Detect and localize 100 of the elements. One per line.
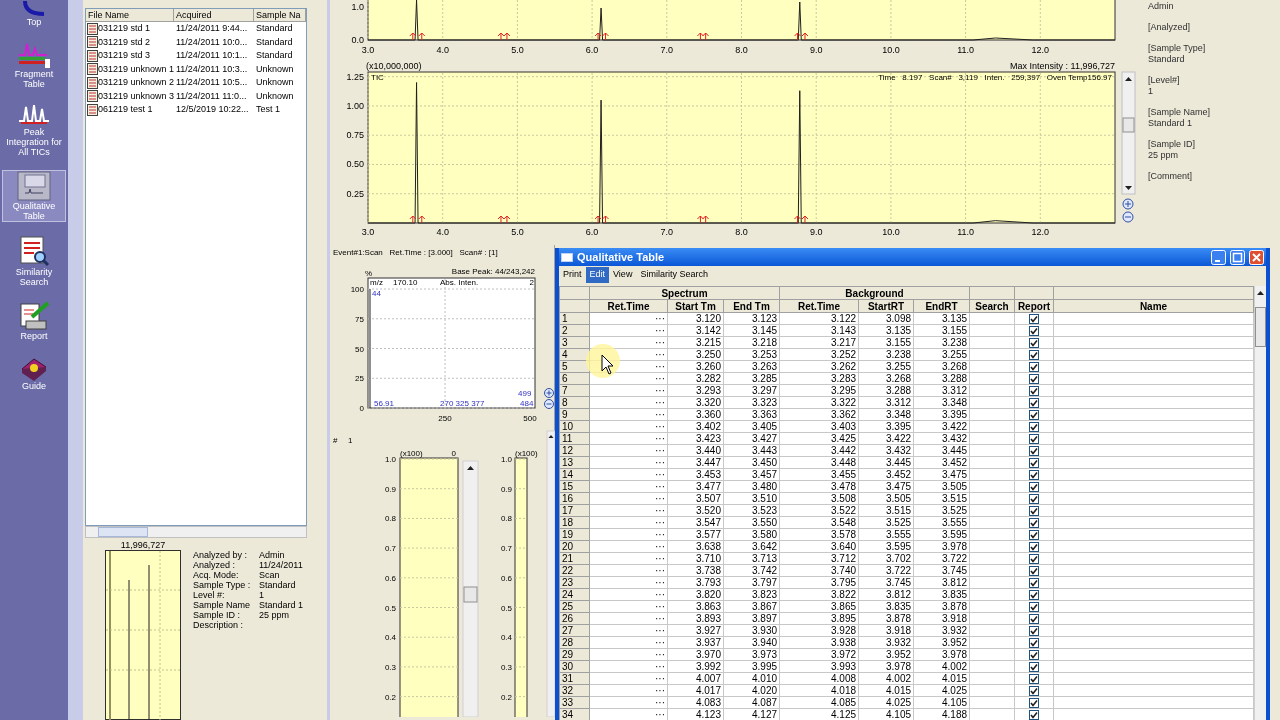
checkbox[interactable] — [1029, 445, 1039, 456]
axis-tick-label: 1.00 — [346, 100, 364, 111]
vertical-scrollbar[interactable] — [462, 460, 479, 717]
file-icon — [87, 90, 98, 103]
checkbox[interactable] — [1029, 313, 1039, 324]
vertical-scrollbar[interactable] — [546, 430, 555, 717]
table-cell: 3.823 — [723, 588, 780, 601]
table-cell: 3.508 — [779, 492, 859, 505]
maximize-button[interactable] — [1230, 249, 1245, 265]
table-cell: 3.457 — [723, 468, 780, 481]
table-cell: 3.475 — [858, 480, 914, 493]
checkbox[interactable] — [1029, 337, 1039, 348]
zoom-out-icon[interactable] — [544, 399, 554, 409]
table-cell: 3.293 — [667, 384, 724, 397]
table-cell: 3.255 — [913, 348, 970, 361]
minimize-button[interactable] — [1211, 249, 1226, 265]
zoom-in-icon[interactable] — [544, 388, 554, 398]
checkbox[interactable] — [1029, 481, 1039, 492]
sidebar-item[interactable]: Fragment Table — [2, 40, 66, 90]
scale-label: (x10,000,000) — [366, 61, 422, 71]
table-cell: ··· — [589, 552, 668, 565]
table-cell: 3.320 — [667, 396, 724, 409]
table-cell-text: 11/24/2011 10:5... — [175, 76, 249, 89]
sidebar-item[interactable]: Peak Integration for All TICs — [2, 102, 66, 158]
file-icon — [87, 22, 98, 35]
checkbox[interactable] — [1029, 397, 1039, 408]
axis-tick-label: 4.0 — [436, 227, 449, 237]
checkbox[interactable] — [1029, 541, 1039, 552]
checkbox[interactable] — [1029, 493, 1039, 504]
checkbox[interactable] — [1029, 361, 1039, 372]
checkbox[interactable] — [1029, 373, 1039, 384]
checkbox[interactable] — [1029, 565, 1039, 576]
sidebar-item[interactable]: Similarity Search — [2, 234, 66, 288]
table-cell: 3.268 — [913, 360, 970, 373]
checkbox[interactable] — [1029, 709, 1039, 720]
table-cell: 3.402 — [667, 420, 724, 433]
field-label: Sample Name — [193, 600, 252, 610]
table-cell: ··· — [589, 648, 668, 661]
info-heading: [Analyzed] — [1148, 22, 1192, 33]
column-header[interactable]: Acquired — [174, 9, 254, 22]
axis-tick-label: 5.0 — [511, 45, 524, 55]
checkbox[interactable] — [1029, 649, 1039, 660]
checkbox[interactable] — [1029, 505, 1039, 516]
zoom-in-icon[interactable] — [1122, 198, 1134, 210]
checkbox[interactable] — [1029, 469, 1039, 480]
checkbox[interactable] — [1029, 385, 1039, 396]
axis-tick-label: 6.0 — [585, 45, 599, 55]
checkbox[interactable] — [1029, 433, 1039, 444]
checkbox[interactable] — [1029, 409, 1039, 420]
column-header[interactable]: Sample Na — [254, 9, 306, 22]
checkbox[interactable] — [1029, 517, 1039, 528]
menu-item[interactable]: View — [609, 267, 637, 283]
checkbox[interactable] — [1029, 577, 1039, 588]
checkbox[interactable] — [1029, 697, 1039, 708]
table-cell-text: 11/24/2011 10:0... — [175, 35, 249, 49]
up-arrow-icon[interactable] — [1256, 289, 1265, 297]
zoom-out-icon[interactable] — [1122, 211, 1134, 223]
table-cell: 3.973 — [723, 648, 780, 661]
menu-item[interactable]: Similarity Search — [636, 267, 712, 283]
sidebar-item[interactable]: Guide — [2, 354, 66, 392]
menu-item[interactable]: Print — [559, 267, 586, 283]
field-label: Sample ID : — [193, 610, 242, 620]
table-cell: 3.937 — [667, 636, 724, 649]
checkbox[interactable] — [1029, 637, 1039, 648]
checkbox[interactable] — [1029, 625, 1039, 636]
checkbox[interactable] — [1029, 673, 1039, 684]
checkbox[interactable] — [1029, 589, 1039, 600]
vertical-scrollbar[interactable] — [1121, 71, 1136, 195]
checkbox[interactable] — [1029, 349, 1039, 360]
table-cell: 4.083 — [667, 696, 724, 709]
axis-tick-label: 0.75 — [346, 130, 364, 141]
sidebar-item[interactable]: Report — [2, 300, 66, 342]
checkbox[interactable] — [1029, 661, 1039, 672]
close-button[interactable] — [1249, 249, 1264, 265]
checkbox[interactable] — [1029, 421, 1039, 432]
vertical-scrollbar[interactable] — [1254, 286, 1266, 720]
file-icon — [87, 49, 98, 62]
scrollbar-thumb[interactable] — [1255, 307, 1266, 347]
checkbox[interactable] — [1029, 325, 1039, 336]
table-cell: 3.218 — [723, 336, 780, 349]
table-cell: 3.122 — [779, 312, 859, 325]
checkbox[interactable] — [1029, 685, 1039, 696]
column-header[interactable]: File Name — [86, 9, 174, 22]
checkbox[interactable] — [1029, 613, 1039, 624]
table-cell: 3.427 — [723, 432, 780, 445]
checkbox[interactable] — [1029, 601, 1039, 612]
table-cell: ··· — [589, 672, 668, 685]
table-cell: ··· — [589, 600, 668, 613]
table-cell: 3.525 — [913, 504, 970, 517]
checkbox[interactable] — [1029, 553, 1039, 564]
axis-tick-label: 0.5 — [500, 603, 512, 613]
table-cell: ··· — [589, 516, 668, 529]
checkbox[interactable] — [1029, 457, 1039, 468]
field-label: Sample Type : — [193, 580, 252, 590]
axis-tick-label: 250 — [438, 414, 452, 423]
axis-tick-label: 4.0 — [436, 45, 449, 55]
table-cell: 3.812 — [858, 588, 914, 601]
checkbox[interactable] — [1029, 529, 1039, 540]
sidebar-item[interactable]: Top — [2, 0, 66, 28]
menu-item[interactable]: Edit — [585, 267, 610, 283]
